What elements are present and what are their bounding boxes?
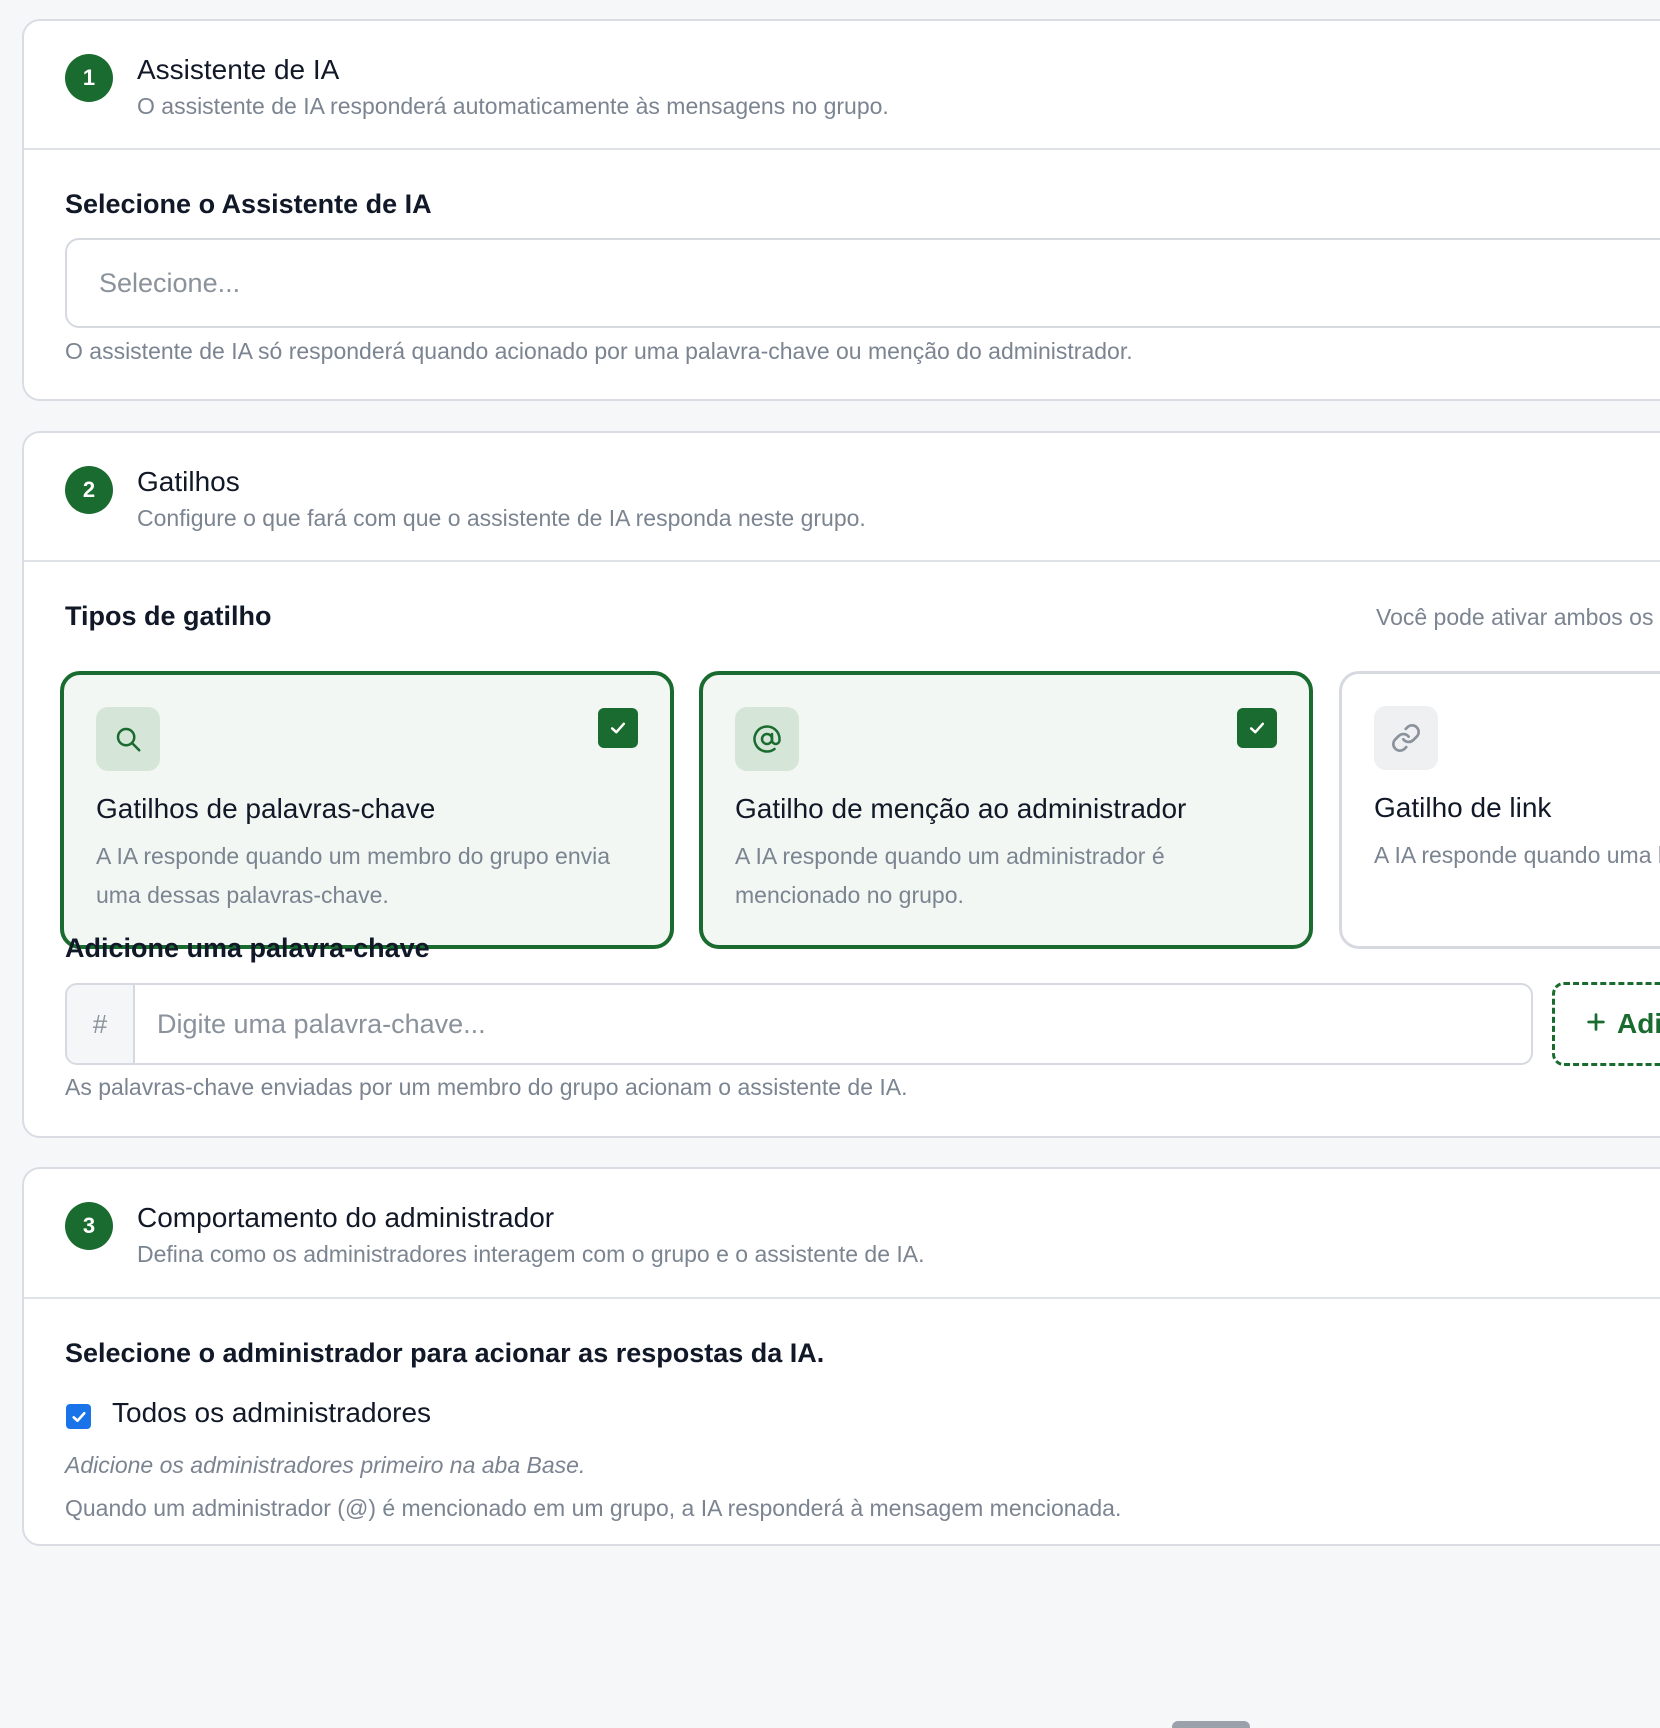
triggers-card: 2 Gatilhos Configure o que fará com que … — [22, 431, 1660, 1138]
scroll-handle[interactable] — [1172, 1721, 1250, 1728]
card-title: Assistente de IA — [137, 54, 340, 85]
check-icon[interactable] — [1237, 708, 1277, 748]
all-admins-checkbox[interactable] — [66, 1404, 91, 1429]
card-title: Comportamento do administrador — [137, 1202, 555, 1233]
ai-assistant-card: 1 Assistente de IA O assistente de IA re… — [22, 19, 1660, 401]
card-description: Defina como os administradores interagem… — [137, 1241, 925, 1267]
trigger-card-keywords[interactable]: Gatilhos de palavras-chave A IA responde… — [60, 671, 674, 949]
plus-icon — [1585, 1008, 1607, 1040]
select-assistant-label: Selecione o Assistente de IA — [65, 189, 432, 219]
admin-mention-hint: Quando um administrador (@) é mencionado… — [65, 1495, 1122, 1521]
admin-behavior-card: 3 Comportamento do administrador Defina … — [22, 1167, 1660, 1546]
trigger-description: A IA responde quando um membro do grupo … — [96, 843, 611, 908]
card-description: O assistente de IA responderá automatica… — [137, 93, 889, 119]
step-badge: 3 — [65, 1202, 113, 1250]
card-header: 3 Comportamento do administrador Defina … — [24, 1169, 1660, 1299]
card-header: 1 Assistente de IA O assistente de IA re… — [24, 21, 1660, 150]
trigger-description: A IA responde quando um administrador é … — [735, 843, 1165, 908]
keyword-input-group: # Digite uma palavra-chave... — [65, 983, 1533, 1065]
keyword-label: Adicione uma palavra-chave — [65, 933, 430, 963]
trigger-description: A IA responde quando uma link de URL. — [1374, 842, 1660, 868]
trigger-title: Gatilho de menção ao administrador — [735, 793, 1187, 824]
assistant-hint: O assistente de IA só responderá quando … — [65, 338, 1133, 364]
keyword-input-placeholder: Digite uma palavra-chave... — [157, 1008, 486, 1039]
check-icon[interactable] — [598, 708, 638, 748]
trigger-card-admin-mention[interactable]: Gatilho de menção ao administrador A IA … — [699, 671, 1313, 949]
keyword-input[interactable]: Digite uma palavra-chave... — [135, 985, 1531, 1063]
page: 1 Assistente de IA O assistente de IA re… — [0, 0, 1660, 1728]
step-badge: 1 — [65, 54, 113, 102]
at-sign-icon — [735, 707, 799, 771]
search-icon — [96, 707, 160, 771]
card-title: Gatilhos — [137, 466, 240, 497]
trigger-title: Gatilhos de palavras-chave — [96, 793, 436, 824]
trigger-types-label: Tipos de gatilho — [65, 601, 272, 631]
card-description: Configure o que fará com que o assistent… — [137, 505, 866, 531]
link-icon — [1374, 706, 1438, 770]
add-keyword-button[interactable]: Adi — [1552, 982, 1660, 1066]
all-admins-label[interactable]: Todos os administradores — [112, 1397, 431, 1429]
trigger-types-note: Você pode ativar ambos os — [1376, 604, 1654, 630]
step-badge: 2 — [65, 466, 113, 514]
add-admins-note: Adicione os administradores primeiro na … — [65, 1452, 586, 1478]
keyword-hint: As palavras-chave enviadas por um membro… — [65, 1074, 908, 1100]
select-admin-label: Selecione o administrador para acionar a… — [65, 1338, 825, 1368]
add-keyword-label: Adi — [1617, 1008, 1660, 1039]
card-header: 2 Gatilhos Configure o que fará com que … — [24, 433, 1660, 562]
hash-icon: # — [67, 985, 135, 1063]
assistant-select-placeholder: Selecione... — [99, 267, 241, 298]
trigger-title: Gatilho de link — [1374, 792, 1552, 823]
trigger-card-link[interactable]: Gatilho de link A IA responde quando uma… — [1339, 671, 1660, 949]
assistant-select[interactable]: Selecione... — [65, 238, 1660, 328]
